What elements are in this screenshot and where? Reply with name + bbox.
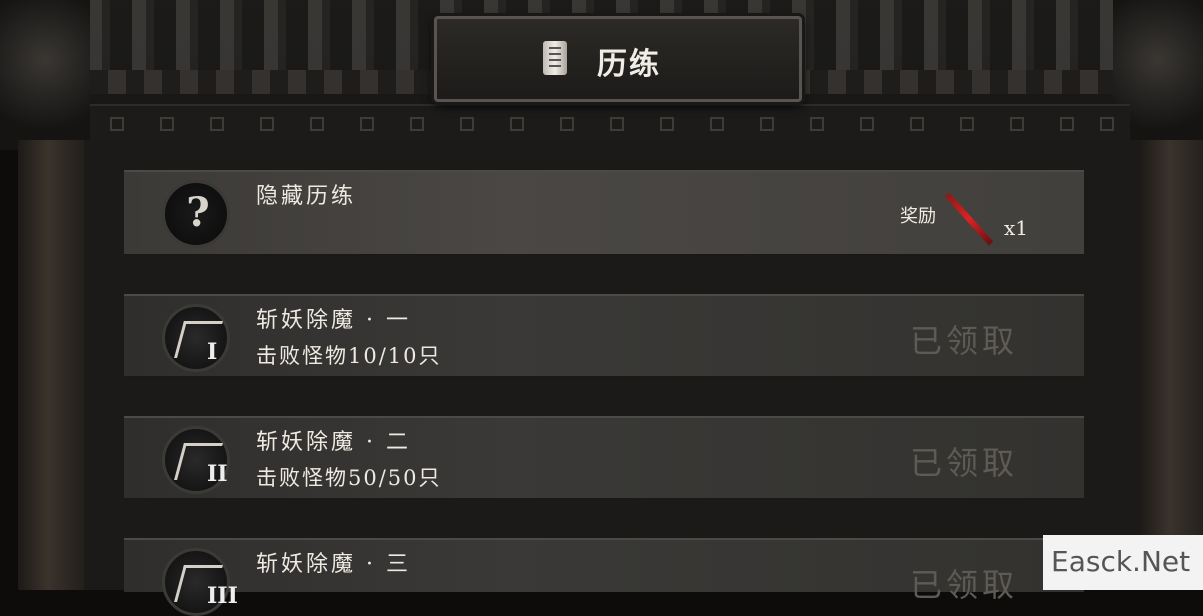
achievement-title: 斩妖除魔 · 二 [256,430,411,455]
achievement-progress: 击败怪物10/10只 [256,344,442,368]
reward-label: 奖励 [900,206,936,227]
watermark: Easck.Net [1043,535,1203,590]
achievement-row[interactable]: I 斩妖除魔 · 一 击败怪物10/10只 已领取 [124,294,1084,378]
hidden-achievement-title: 隐藏历练 [256,184,357,209]
page-title: 历练 [597,47,661,82]
left-roof-ornament [0,0,90,150]
achievement-row[interactable]: III 斩妖除魔 · 三 已领取 [124,538,1084,616]
question-badge-icon: ? [162,180,230,248]
hidden-achievement-row[interactable]: ? 隐藏历练 奖励 x1 [124,170,1084,256]
achievement-row[interactable]: II 斩妖除魔 · 二 击败怪物50/50只 已领取 [124,416,1084,500]
red-sword-icon[interactable] [944,192,994,246]
achievement-title: 斩妖除魔 · 三 [256,552,411,577]
achievement-title: 斩妖除魔 · 一 [256,308,411,333]
achievement-progress: 击败怪物50/50只 [256,466,442,490]
left-pillar [18,140,84,590]
claimed-status: 已领取 [910,566,1019,604]
reward-quantity: x1 [1004,216,1029,240]
decorative-frieze [90,104,1130,144]
claimed-status: 已领取 [910,444,1019,482]
right-pillar [1140,140,1203,590]
sword-tier-badge-icon: II [162,426,230,494]
scroll-icon [543,41,567,75]
title-plaque: 历练 [434,16,802,102]
sword-tier-badge-icon: III [162,548,238,616]
claimed-status: 已领取 [910,322,1019,360]
sword-tier-badge-icon: I [162,304,230,372]
